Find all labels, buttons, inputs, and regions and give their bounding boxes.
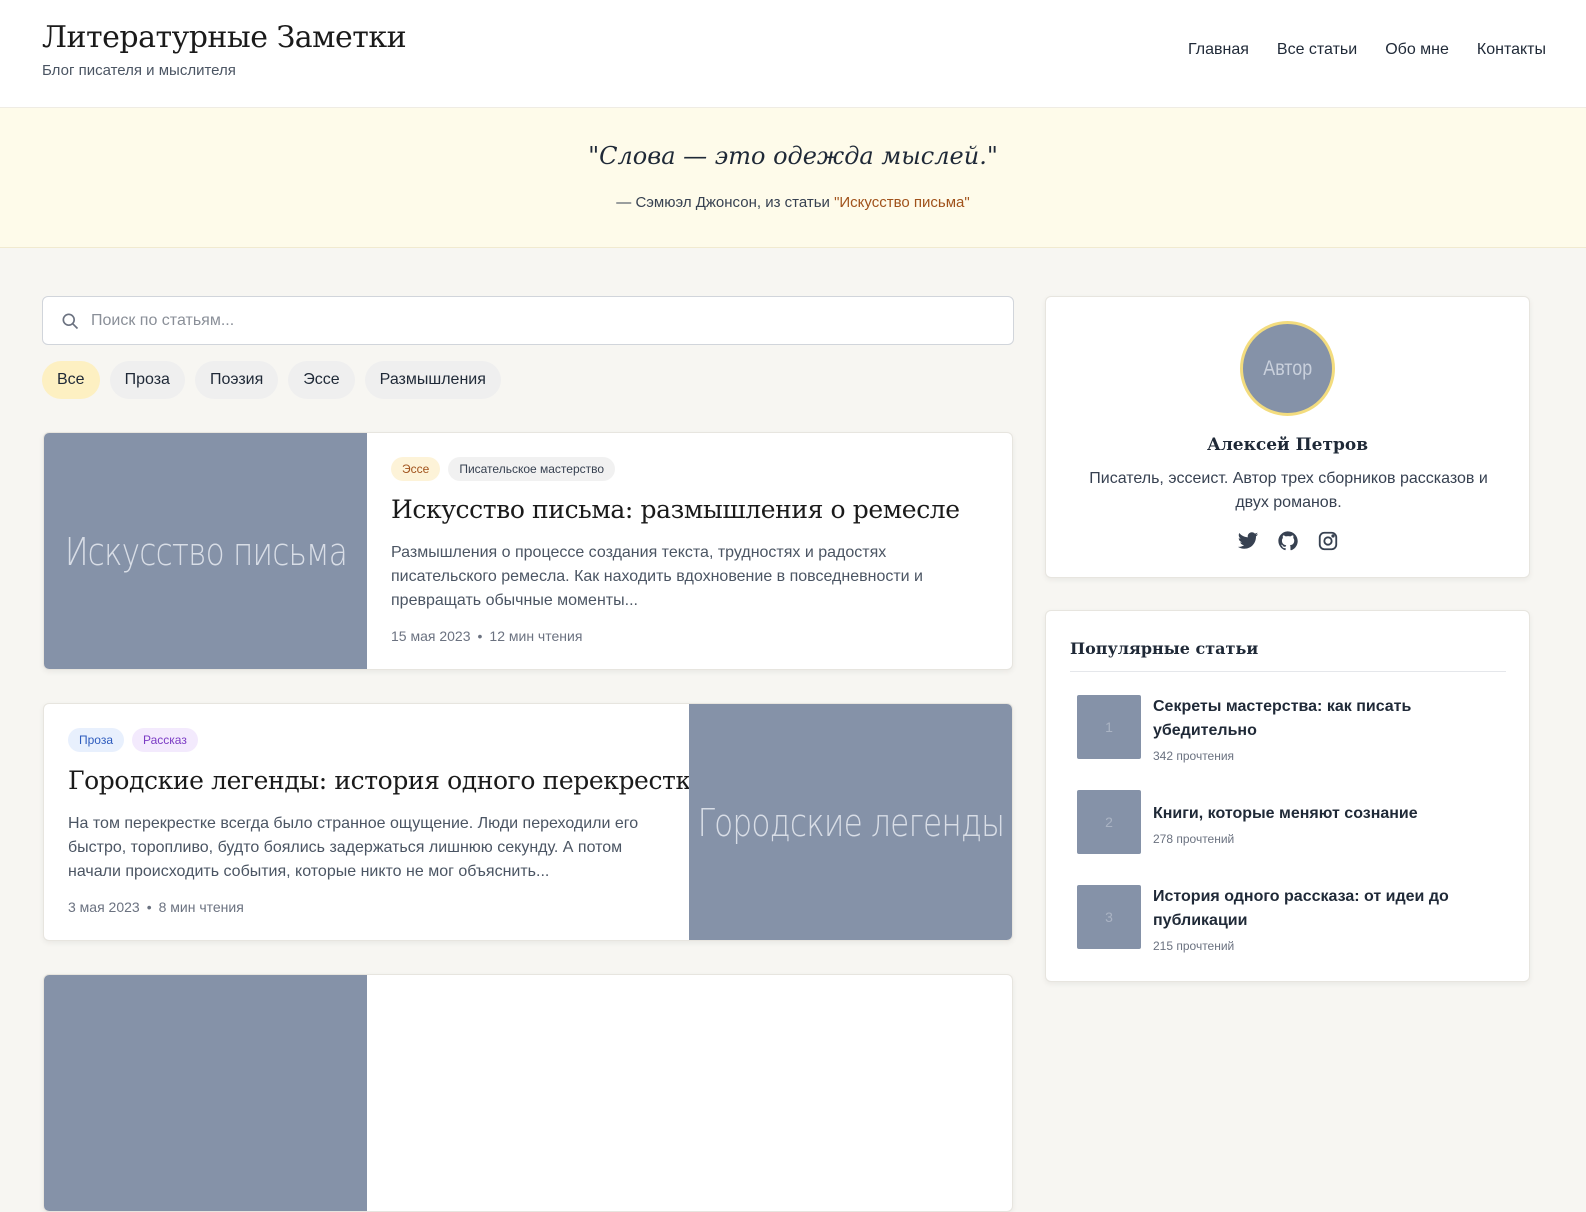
- filter-chip-reflections[interactable]: Размышления: [364, 361, 501, 399]
- article-tags: Эссе Писательское мастерство: [391, 457, 616, 481]
- meta-separator: •: [477, 628, 483, 644]
- author-name: Алексей Петров: [1206, 435, 1369, 455]
- quote-source-link[interactable]: "Искусство письма": [834, 194, 970, 211]
- filter-chip-all[interactable]: Все: [42, 361, 100, 399]
- article-read-time: 12 мин чтения: [489, 628, 583, 644]
- article-meta: 3 мая 2023 • 8 мин чтения: [68, 899, 244, 915]
- popular-article-thumbnail: 3: [1077, 885, 1141, 949]
- search-icon: [62, 313, 79, 330]
- quote-banner: "Слова — это одежда мыслей." — Сэмюэл Дж…: [0, 108, 1586, 248]
- popular-article-thumbnail: 2: [1077, 790, 1141, 854]
- popular-article-item[interactable]: 2 Книги, которые меняют сознание 278 про…: [1077, 790, 1497, 854]
- popular-article-reads: 215 прочтений: [1153, 939, 1235, 953]
- instagram-icon[interactable]: [1317, 530, 1339, 552]
- article-tags: Проза Рассказ: [68, 728, 198, 752]
- filter-chip-essay[interactable]: Эссе: [288, 361, 355, 399]
- main-nav: Главная Все статьи Обо мне Контакты: [1188, 41, 1546, 59]
- article-meta: 15 мая 2023 • 12 мин чтения: [391, 628, 582, 644]
- tag-badge[interactable]: Проза: [68, 728, 125, 752]
- article-excerpt: Размышления о процессе создания текста, …: [391, 544, 923, 609]
- category-filters: Все Проза Поэзия Эссе Размышления: [42, 361, 501, 399]
- article-card[interactable]: Искусство письма Эссе Писательское масте…: [43, 432, 1013, 670]
- tag-badge[interactable]: Писательское мастерство: [448, 457, 616, 481]
- search-box[interactable]: [42, 296, 1014, 345]
- filter-chip-poetry[interactable]: Поэзия: [194, 361, 279, 399]
- site-header: Литературные Заметки Блог писателя и мыс…: [0, 0, 1586, 108]
- article-image[interactable]: [44, 975, 367, 1211]
- article-card[interactable]: [43, 974, 1013, 1212]
- popular-article-title[interactable]: История одного рассказа: от идеи до публ…: [1153, 885, 1473, 933]
- article-read-time: 8 мин чтения: [158, 899, 244, 915]
- divider: [1070, 671, 1506, 672]
- article-image-text: Искусство письма: [64, 530, 347, 574]
- quote-text: "Слова — это одежда мыслей.": [588, 142, 998, 170]
- article-card[interactable]: Проза Рассказ Городские легенды: история…: [43, 703, 1013, 941]
- nav-link-about[interactable]: Обо мне: [1385, 41, 1449, 59]
- filter-chip-prose[interactable]: Проза: [109, 361, 185, 399]
- meta-separator: •: [146, 899, 152, 915]
- nav-link-home[interactable]: Главная: [1188, 41, 1249, 59]
- author-card: Автор Алексей Петров Писатель, эссеист. …: [1045, 296, 1530, 578]
- site-subtitle: Блог писателя и мыслителя: [42, 62, 236, 79]
- popular-articles-widget: Популярные статьи 1 Секреты мастерства: …: [1045, 610, 1530, 982]
- article-excerpt: На том перекрестке всегда было странное …: [68, 815, 639, 880]
- search-input[interactable]: [91, 305, 991, 337]
- article-date: 3 мая 2023: [68, 899, 140, 915]
- widget-title: Популярные статьи: [1070, 639, 1259, 658]
- popular-article-reads: 342 прочтения: [1153, 749, 1235, 763]
- twitter-icon[interactable]: [1237, 530, 1259, 552]
- article-body: Эссе Писательское мастерство Искусство п…: [391, 433, 1011, 669]
- github-icon[interactable]: [1277, 530, 1299, 552]
- popular-article-title[interactable]: Секреты мастерства: как писать убедитель…: [1153, 695, 1473, 743]
- nav-link-all-articles[interactable]: Все статьи: [1277, 41, 1357, 59]
- popular-article-reads: 278 прочтений: [1153, 832, 1235, 846]
- quote-source: — Сэмюэл Джонсон, из статьи "Искусство п…: [0, 194, 1586, 211]
- quote-source-prefix: — Сэмюэл Джонсон, из статьи: [616, 194, 835, 211]
- tag-badge[interactable]: Рассказ: [132, 728, 198, 752]
- tag-badge[interactable]: Эссе: [391, 457, 441, 481]
- popular-article-title[interactable]: Книги, которые меняют сознание: [1153, 802, 1473, 826]
- article-body: Проза Рассказ Городские легенды: история…: [68, 704, 706, 940]
- avatar-text: Автор: [1263, 356, 1312, 380]
- article-title[interactable]: Искусство письма: размышления о ремесле: [391, 495, 1011, 524]
- popular-article-item[interactable]: 3 История одного рассказа: от идеи до пу…: [1077, 885, 1497, 953]
- social-links: [1046, 530, 1529, 552]
- article-image-text: Городские легенды: [697, 801, 1004, 845]
- article-image[interactable]: Искусство письма: [44, 433, 367, 669]
- author-bio: Писатель, эссеист. Автор трех сборников …: [1089, 470, 1488, 511]
- nav-link-contacts[interactable]: Контакты: [1477, 41, 1546, 59]
- article-date: 15 мая 2023: [391, 628, 471, 644]
- site-title[interactable]: Литературные Заметки: [42, 20, 407, 55]
- article-title[interactable]: Городские легенды: история одного перекр…: [68, 766, 706, 795]
- avatar: Автор: [1240, 321, 1335, 416]
- article-image[interactable]: Городские легенды: [689, 704, 1012, 940]
- popular-article-item[interactable]: 1 Секреты мастерства: как писать убедите…: [1077, 695, 1497, 763]
- popular-article-thumbnail: 1: [1077, 695, 1141, 759]
